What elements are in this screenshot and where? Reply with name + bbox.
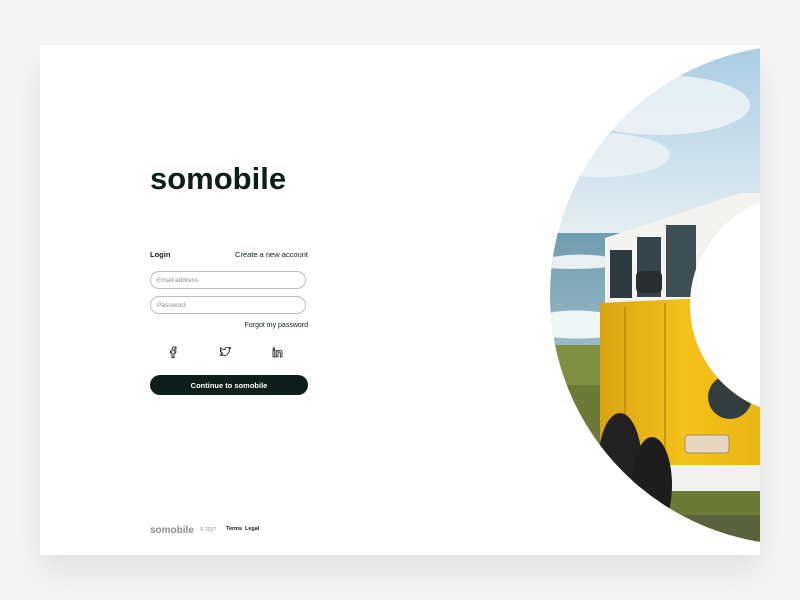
legal-link[interactable]: Legal [245,526,259,532]
brand-logo: somobile [150,157,310,202]
hero-van-image [550,45,760,545]
copyright-text: © 2017 [200,527,217,533]
linkedin-icon[interactable] [270,346,284,358]
password-field[interactable] [150,296,306,314]
continue-button[interactable]: Continue to somobile [150,375,308,395]
tab-login[interactable]: Login [150,250,170,259]
email-field[interactable] [150,271,306,289]
facebook-icon[interactable] [166,346,180,358]
login-card: somobile Login Create a new account Forg… [40,45,760,555]
svg-text:somobile: somobile [150,161,286,196]
terms-link[interactable]: Terms [226,526,242,532]
forgot-password-link[interactable]: Forgot my password [150,322,308,329]
svg-text:somobile: somobile [150,525,194,536]
twitter-icon[interactable] [218,346,232,358]
auth-tabs: Login Create a new account [150,250,308,264]
footer-logo: somobile [150,523,196,536]
tab-create-account[interactable]: Create a new account [235,250,308,259]
